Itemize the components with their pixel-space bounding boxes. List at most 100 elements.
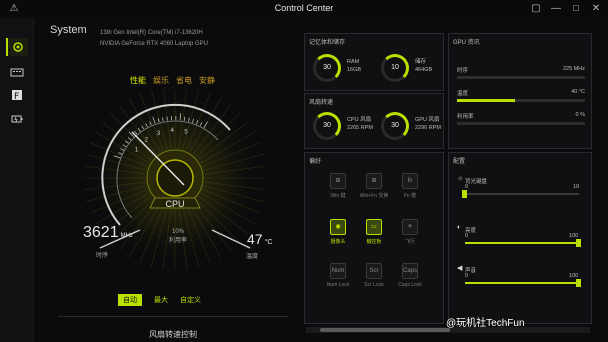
fan-control-label: 风扇转速控制 [149,330,197,339]
sidebar-item-battery[interactable] [6,110,28,128]
keyboard-icon [10,68,24,77]
cpu-clock-readout: 3621 MHz [83,224,133,242]
scrollbar-thumb[interactable] [320,328,450,332]
volume-icon: ◀ [457,265,463,272]
gpu-temp-value: 40 °C [571,89,585,95]
close-icon[interactable]: ✕ [590,3,602,15]
gpu-clock-value: 225 MHz [562,66,585,72]
sidebar-item-system[interactable] [6,38,28,56]
cpu-clock-label: 时序 [96,253,109,259]
cpu-temp-readout: 47 °C [247,231,272,247]
windows-icon: ⊞ [366,173,382,189]
ram-info: RAM 16GB [347,58,361,74]
ram-size: 16GB [347,67,362,73]
configuration-panel: 配置 ☼ 背光键盘 0 10 ◐ 亮度 0 100 ◀ 声音 0 100 [448,152,592,324]
minimize-icon[interactable]: — [550,3,562,15]
fan-control-footer[interactable]: 风扇转速控制 [58,316,288,339]
pref-win-key[interactable]: ⊞ Win 键 [323,173,353,199]
windows-icon: ⊞ [330,173,346,189]
gpu-usage-value: 0 % [575,112,585,118]
system-info: System 13th Gen Intel(R) Core(TM) i7-136… [50,24,208,47]
cpu-clock-value: 3621 [83,224,119,241]
brightness-max: 100 [569,233,579,239]
fan-mode-tabs: 自动 最大 自定义 [118,294,213,306]
pref-airplane-label: 飞行 [404,239,415,245]
backlight-slider[interactable] [462,190,579,198]
backlight-label: 背光键盘 [465,179,488,185]
mode-entertainment[interactable]: 娱乐 [153,76,169,85]
gpu-usage-label: 利用率 [457,114,474,120]
pref-num-lock[interactable]: Num Num Lock [323,263,353,288]
gpu-temp-row: 温度 40 °C [457,89,585,97]
disk-value: 10 [391,64,399,71]
cpu-fan-info: CPU 风扇 2265 RPM [347,116,373,132]
gauge-tick [166,116,168,121]
disk-ring: 10 [381,54,409,82]
pref-camera[interactable]: ◉ 摄像头 [323,219,353,245]
disk-name: 储存 [415,59,427,65]
backlight-max: 10 [573,184,580,190]
mode-performance[interactable]: 性能 [130,76,146,85]
cpu-clock-unit: MHz [120,233,133,239]
svg-text:F: F [14,92,19,102]
pref-touchpad[interactable]: ▭ 触控板 [359,219,389,245]
pref-fn-key-label: Fn 键 [403,193,417,199]
sidebar: F [0,18,34,342]
cpu-model: 13th Gen Intel(R) Core(TM) i7-13620H [100,30,203,36]
battery-icon [11,115,23,123]
volume-slider-fill [465,282,579,284]
mode-power-saving[interactable]: 省电 [176,76,192,85]
brightness-slider[interactable] [465,239,581,247]
pref-camera-label: 摄像头 [330,239,346,245]
fan-mode-auto[interactable]: 自动 [118,294,142,306]
pref-scroll-lock[interactable]: Scr Scr Lock [359,263,389,288]
volume-max: 100 [569,273,579,279]
gpu-fan-value: 30 [391,122,399,129]
pref-win-key-label: Win 键 [330,193,346,199]
pref-win-fn-swap[interactable]: ⊞ Win+Fn 交换 [359,173,389,199]
cpu-usage-label: 利用率 [168,238,187,244]
cpu-fan-name: CPU 风扇 [347,117,372,123]
watermark: @玩机社TechFun [446,318,525,329]
pref-fn-key[interactable]: fn Fn 键 [395,173,425,199]
gpu-fan-rpm: 2296 RPM [415,125,441,131]
pref-airplane[interactable]: ✈ 飞行 [395,219,425,245]
pref-panel-title: 偏好 [309,159,322,165]
backlight-min: 0 [465,184,469,190]
gpu-fan-name: GPU 风扇 [415,117,440,123]
sidebar-item-keyboard[interactable] [6,63,28,81]
gpu-temp-bar-fill [457,99,515,102]
gpu-usage-bar [457,122,585,125]
memory-panel-title: 记忆体和储存 [309,40,346,46]
brightness-slider-knob[interactable] [576,239,581,247]
backlight-slider-knob[interactable] [462,190,467,198]
gpu-info-panel: GPU 资讯 时序 225 MHz 温度 40 °C 利用率 0 % [448,33,592,149]
gpu-clock-row: 时序 225 MHz [457,66,585,74]
volume-slider-knob[interactable] [576,279,581,287]
gpu-temp-label: 温度 [457,91,469,97]
brightness-slider-fill [465,242,579,244]
hardware-list: 13th Gen Intel(R) Core(TM) i7-13620H NVI… [100,28,208,50]
cpu-usage: 10% 利用率 [163,228,193,246]
volume-slider[interactable] [465,279,581,287]
volume-min: 0 [465,273,469,279]
cpu-fan-ring: 30 [313,112,341,140]
gpu-temp-bar [457,99,585,102]
cpu-usage-value: 10% [171,229,184,235]
disk-info: 储存 464GB [415,58,432,74]
sidebar-item-fn[interactable]: F [6,86,28,104]
gpu-panel-title: GPU 资讯 [453,40,480,46]
preferences-panel: 偏好 ⊞ Win 键 ⊞ Win+Fn 交换 fn Fn 键 ◉ 摄像头 ▭ 触控板 ✈ 飞… [304,152,444,324]
pref-caps-lock[interactable]: Caps Caps Lock [395,263,425,288]
chat-icon[interactable]: ▢ [530,3,542,15]
cpu-fan-rpm: 2265 RPM [347,125,373,131]
cpu-temp-label: 温度 [246,254,259,260]
fan-mode-max[interactable]: 最大 [154,295,168,305]
maximize-icon[interactable]: □ [570,3,582,15]
gear-icon [13,42,23,52]
scroll-lock-icon: Scr [366,263,382,279]
fan-speed-panel: 风扇转速 30 CPU 风扇 2265 RPM 30 GPU 风扇 2296 RPM [304,93,444,149]
fan-mode-custom[interactable]: 自定义 [180,295,201,305]
mode-quiet[interactable]: 安静 [199,76,215,85]
brightness-min: 0 [465,233,469,239]
